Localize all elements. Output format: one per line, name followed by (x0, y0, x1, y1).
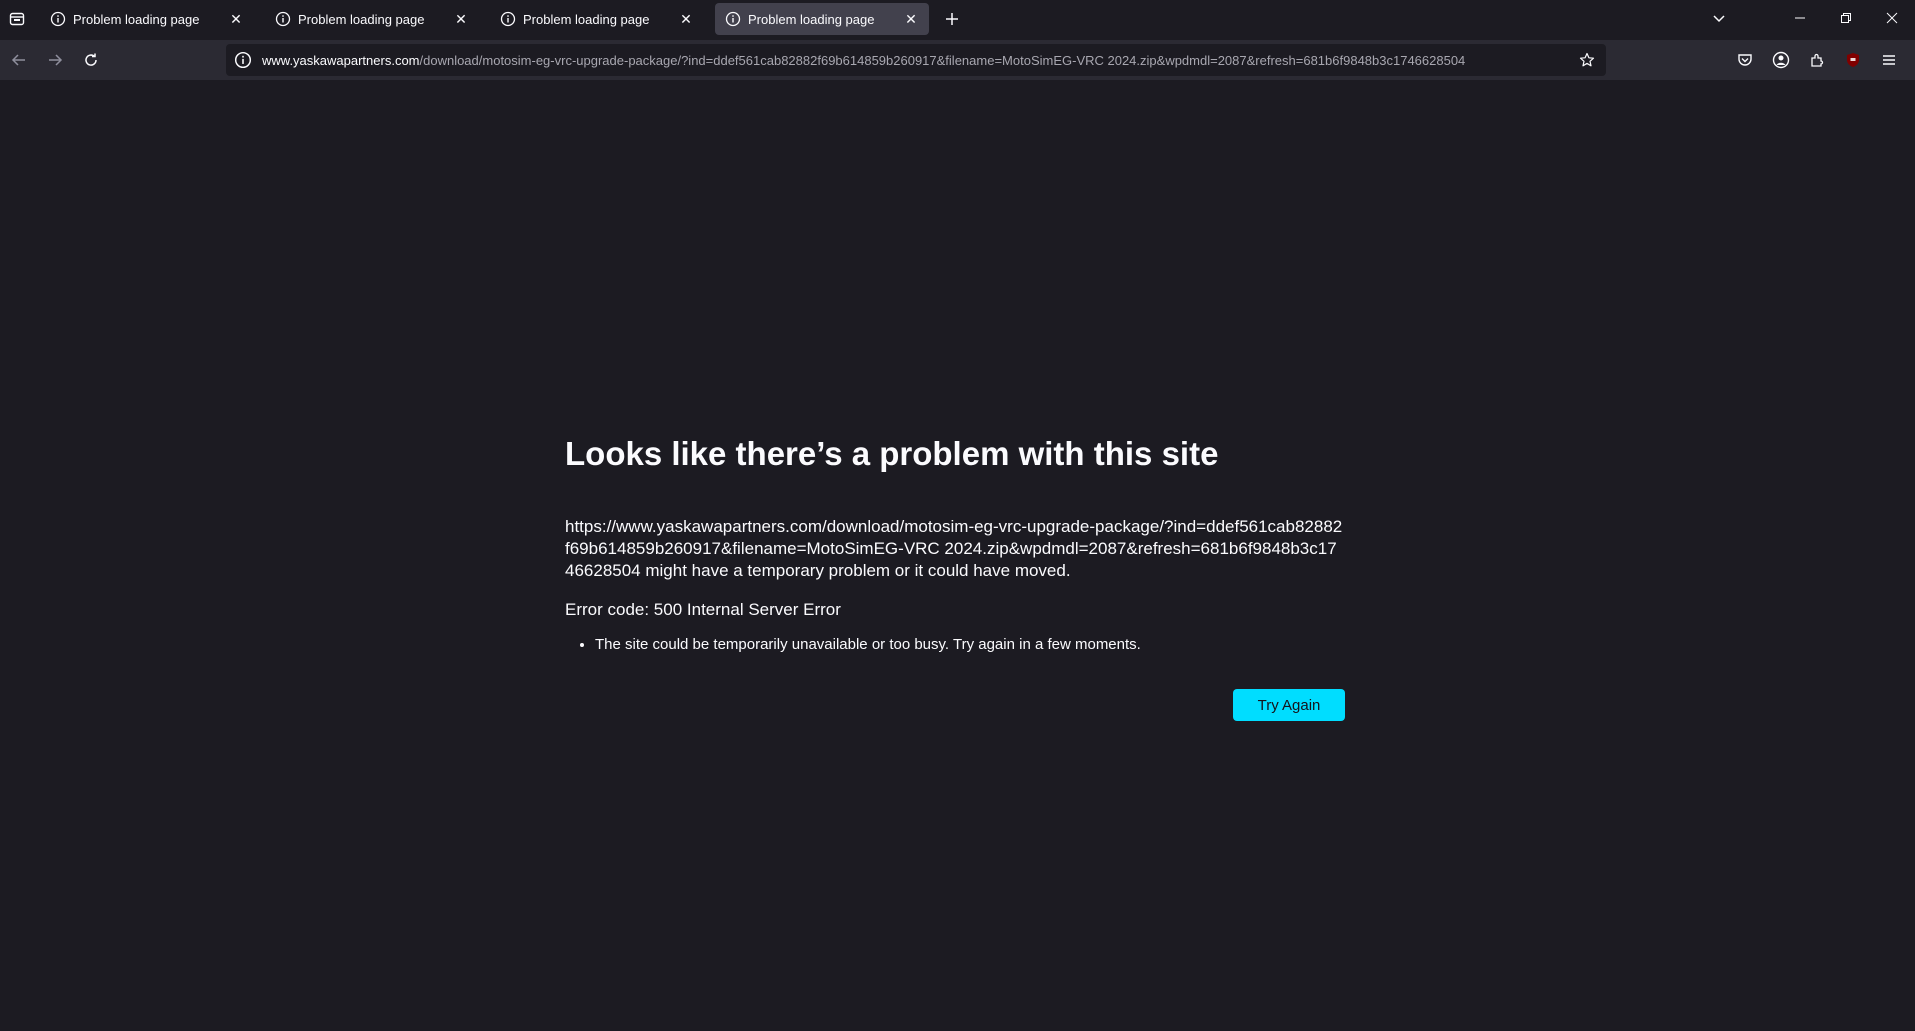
restore-icon (1841, 13, 1851, 23)
window-controls (1777, 0, 1915, 36)
firefox-view-icon (9, 12, 25, 26)
bookmark-button[interactable] (1572, 45, 1602, 75)
close-tab-icon[interactable]: ✕ (678, 11, 694, 27)
info-icon (500, 11, 516, 27)
navigation-toolbar: www.yaskawapartners.com/download/motosim… (0, 40, 1915, 80)
close-window-button[interactable] (1869, 0, 1915, 36)
tab-title: Problem loading page (523, 11, 650, 27)
error-code: Error code: 500 Internal Server Error (565, 600, 841, 619)
restore-button[interactable] (1823, 0, 1869, 36)
error-suggestions-list: The site could be temporarily unavailabl… (565, 635, 1345, 655)
ublock-origin-button[interactable] (1835, 44, 1871, 76)
firefox-view-button[interactable] (2, 4, 32, 34)
url-text[interactable]: www.yaskawapartners.com/download/motosim… (262, 53, 1572, 68)
tab[interactable]: Problem loading page ✕ (40, 3, 254, 35)
close-tab-icon[interactable]: ✕ (903, 11, 919, 27)
info-icon (275, 11, 291, 27)
chevron-down-icon (1713, 15, 1725, 23)
tab-strip: Problem loading page ✕ Problem loading p… (0, 0, 1915, 38)
pocket-icon (1738, 54, 1752, 66)
pocket-button[interactable] (1727, 44, 1763, 76)
hamburger-menu-icon (1883, 55, 1895, 65)
toolbar-right (1727, 44, 1907, 76)
list-all-tabs-button[interactable] (1704, 4, 1734, 32)
info-icon (50, 11, 66, 27)
extensions-button[interactable] (1799, 44, 1835, 76)
url-path: /download/motosim-eg-vrc-upgrade-package… (419, 52, 1466, 68)
tab-title: Problem loading page (73, 11, 200, 27)
info-icon (725, 11, 741, 27)
tab-title: Problem loading page (748, 11, 875, 27)
list-item: The site could be temporarily unavailabl… (595, 635, 1345, 655)
tab[interactable]: Problem loading page ✕ (490, 3, 704, 35)
url-host: www.yaskawapartners.com (262, 52, 420, 68)
button-row: Try Again (565, 689, 1345, 721)
url-bar[interactable]: www.yaskawapartners.com/download/motosim… (226, 44, 1606, 76)
reload-icon (85, 53, 97, 66)
tab-title: Problem loading page (298, 11, 425, 27)
star-icon (1579, 52, 1595, 67)
ublock-shield-icon (1847, 53, 1859, 67)
site-info-icon[interactable] (234, 51, 252, 69)
app-menu-button[interactable] (1871, 44, 1907, 76)
tab-active[interactable]: Problem loading page ✕ (715, 3, 929, 35)
close-tab-icon[interactable]: ✕ (228, 11, 244, 27)
tab[interactable]: Problem loading page ✕ (265, 3, 479, 35)
error-description: https://www.yaskawapartners.com/download… (565, 517, 1343, 580)
puzzle-icon (1811, 53, 1824, 67)
try-again-button[interactable]: Try Again (1233, 689, 1345, 721)
minimize-icon (1795, 17, 1805, 19)
account-icon (1772, 51, 1790, 69)
new-tab-button[interactable] (938, 5, 966, 33)
minimize-button[interactable] (1777, 0, 1823, 36)
error-title: Looks like there’s a problem with this s… (565, 435, 1219, 472)
reload-button[interactable] (74, 43, 108, 77)
arrow-left-icon (11, 54, 25, 66)
close-tab-icon[interactable]: ✕ (453, 11, 469, 27)
plus-icon (946, 13, 958, 25)
back-button[interactable] (2, 43, 36, 77)
forward-button[interactable] (38, 43, 72, 77)
error-page-container: Looks like there’s a problem with this s… (565, 432, 1345, 721)
arrow-right-icon (49, 54, 63, 66)
account-button[interactable] (1763, 44, 1799, 76)
close-icon (1886, 12, 1898, 24)
